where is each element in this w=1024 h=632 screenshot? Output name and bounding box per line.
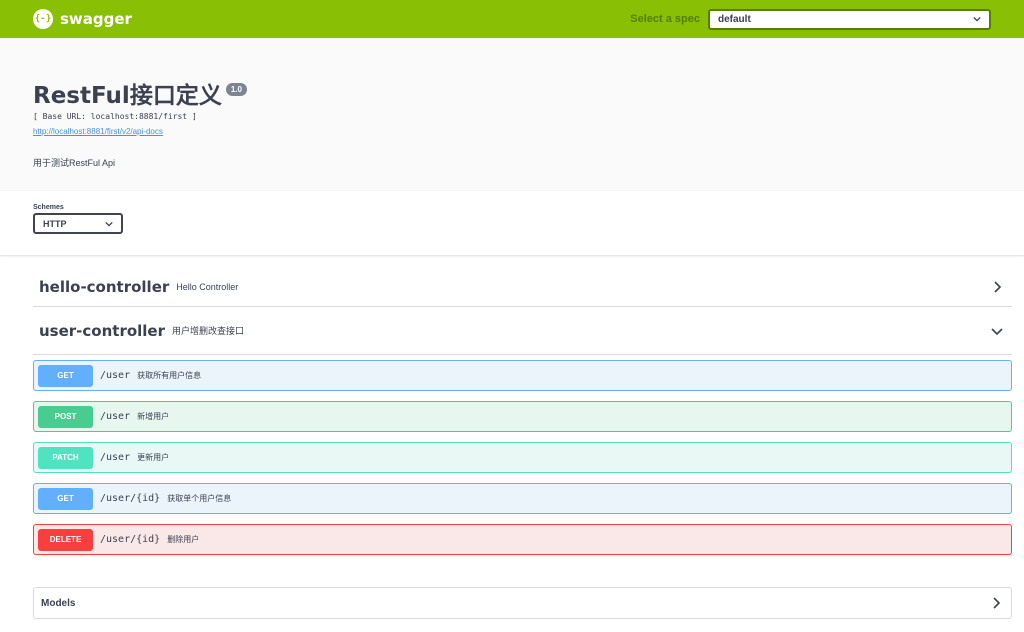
tag-name: hello-controller bbox=[39, 277, 170, 296]
method-badge: PATCH bbox=[38, 446, 93, 469]
version-badge: 1.0 bbox=[225, 82, 247, 96]
spec-selector: Select a spec default bbox=[630, 8, 991, 30]
logo-text: swagger bbox=[60, 10, 132, 28]
spec-select[interactable]: default bbox=[708, 8, 991, 30]
tag-description: Hello Controller bbox=[176, 281, 239, 292]
method-badge: POST bbox=[38, 405, 93, 428]
api-docs-link[interactable]: http://localhost:8881/first/v2/api-docs bbox=[33, 127, 163, 136]
schemes-select-value: HTTP bbox=[43, 218, 67, 229]
topbar: {-} swagger Select a spec default bbox=[0, 0, 1024, 38]
chevron-right-icon bbox=[993, 597, 1001, 609]
operation-get-user[interactable]: GET /user 获取所有用户信息 bbox=[33, 360, 1012, 391]
tag-hello-controller[interactable]: hello-controller Hello Controller bbox=[33, 267, 1012, 307]
operation-path: /user bbox=[100, 411, 131, 422]
models-section[interactable]: Models bbox=[33, 587, 1012, 619]
schemes-section: Schemes HTTP bbox=[0, 191, 1024, 255]
api-description: 用于测试RestFul Api bbox=[33, 158, 116, 168]
spec-label: Select a spec bbox=[630, 13, 700, 25]
swagger-logo-icon: {-} bbox=[33, 9, 53, 29]
schemes-select[interactable]: HTTP bbox=[33, 213, 123, 234]
models-label: Models bbox=[41, 597, 76, 609]
operation-path: /user bbox=[100, 452, 131, 463]
api-info: RestFul接口定义 1.0 [ Base URL: localhost:88… bbox=[0, 38, 1024, 191]
tag-name: user-controller bbox=[39, 321, 166, 340]
chevron-down-icon bbox=[991, 327, 1003, 335]
operation-summary: 删除用户 bbox=[167, 535, 200, 544]
method-badge: GET bbox=[38, 364, 93, 387]
tag-description: 用户增删改查接口 bbox=[172, 326, 245, 336]
operation-summary: 更新用户 bbox=[137, 453, 170, 462]
method-badge: GET bbox=[38, 487, 93, 510]
chevron-down-icon bbox=[105, 221, 113, 227]
operation-path: /user/{id} bbox=[100, 534, 161, 545]
chevron-right-icon bbox=[994, 280, 1002, 293]
operation-summary: 获取单个用户信息 bbox=[167, 494, 232, 503]
spec-select-value: default bbox=[718, 13, 751, 25]
base-url: [ Base URL: localhost:8881/first ] bbox=[33, 112, 197, 121]
swagger-logo[interactable]: {-} swagger bbox=[33, 9, 132, 29]
operation-delete-user-id[interactable]: DELETE /user/{id} 删除用户 bbox=[33, 524, 1012, 555]
operation-path: /user bbox=[100, 370, 131, 381]
operation-path: /user/{id} bbox=[100, 493, 161, 504]
operation-summary: 获取所有用户信息 bbox=[137, 371, 202, 380]
page-title: RestFul接口定义 bbox=[33, 83, 222, 109]
operation-get-user-id[interactable]: GET /user/{id} 获取单个用户信息 bbox=[33, 483, 1012, 514]
operation-patch-user[interactable]: PATCH /user 更新用户 bbox=[33, 442, 1012, 473]
schemes-label: Schemes bbox=[33, 204, 64, 211]
operation-summary: 新增用户 bbox=[137, 412, 170, 421]
chevron-down-icon bbox=[973, 16, 981, 22]
operations-wrapper: hello-controller Hello Controller user-c… bbox=[0, 255, 1024, 619]
tag-user-controller[interactable]: user-controller 用户增删改查接口 bbox=[33, 307, 1012, 355]
method-badge: DELETE bbox=[38, 528, 93, 551]
operation-post-user[interactable]: POST /user 新增用户 bbox=[33, 401, 1012, 432]
